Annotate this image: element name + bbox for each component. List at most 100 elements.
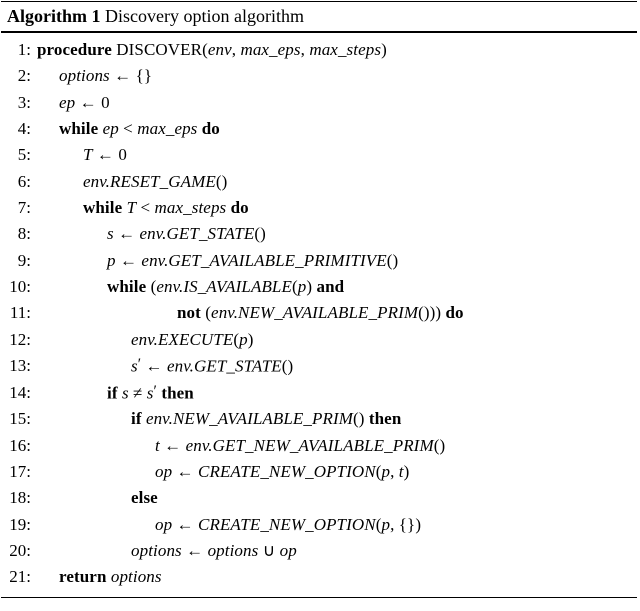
var: s: [147, 383, 154, 402]
line-number: 8:: [1, 221, 35, 247]
algo-line: 6: env.RESET_GAME(): [1, 169, 637, 195]
call: GET_STATE: [167, 224, 255, 243]
comma: ,: [390, 515, 399, 534]
var: options: [131, 541, 182, 560]
arg: p: [381, 462, 390, 481]
line-number: 20:: [1, 538, 35, 564]
var: s: [131, 356, 138, 375]
line-content: s′ ← env.GET_STATE(): [35, 353, 293, 380]
kw-then: then: [157, 383, 194, 402]
call: GET_AVAILABLE_PRIMITIVE: [168, 251, 386, 270]
var: p: [107, 251, 116, 270]
algo-line: 1: procedure DISCOVER(env, max_eps, max_…: [1, 37, 637, 63]
line-content: s ← env.GET_STATE(): [35, 221, 266, 247]
line-number: 17:: [1, 459, 35, 485]
line-number: 18:: [1, 485, 35, 511]
line-number: 16:: [1, 433, 35, 459]
algo-line: 9: p ← env.GET_AVAILABLE_PRIMITIVE(): [1, 248, 637, 274]
algo-line: 10: while (env.IS_AVAILABLE(p) and: [1, 274, 637, 300]
algo-line: 16: t ← env.GET_NEW_AVAILABLE_PRIM(): [1, 433, 637, 459]
algo-line: 18: else: [1, 485, 637, 511]
val: {}: [136, 66, 153, 85]
algorithm-body: 1: procedure DISCOVER(env, max_eps, max_…: [1, 32, 637, 598]
algo-line: 21: return options: [1, 564, 637, 590]
algo-line: 2: options ← {}: [1, 63, 637, 89]
algo-line: 15: if env.NEW_AVAILABLE_PRIM() then: [1, 406, 637, 432]
neq: ≠: [129, 383, 147, 402]
line-number: 14:: [1, 380, 35, 406]
obj: env: [131, 330, 154, 349]
paren: (): [434, 436, 446, 455]
line-content: op ← CREATE_NEW_OPTION(p, {}): [35, 512, 421, 538]
line-content: env.RESET_GAME(): [35, 169, 227, 195]
algo-line: 8: s ← env.GET_STATE(): [1, 221, 637, 247]
var: options: [208, 541, 259, 560]
algo-line: 17: op ← CREATE_NEW_OPTION(p, t): [1, 459, 637, 485]
arrow: ←: [116, 251, 142, 270]
kw-return: return: [59, 567, 111, 586]
obj: env: [211, 303, 234, 322]
arrow: ←: [182, 541, 208, 560]
kw-do: do: [197, 119, 220, 138]
algo-line: 13: s′ ← env.GET_STATE(): [1, 353, 637, 380]
line-content: p ← env.GET_AVAILABLE_PRIMITIVE(): [35, 248, 398, 274]
algo-line: 19: op ← CREATE_NEW_OPTION(p, {}): [1, 512, 637, 538]
line-content: return options: [35, 564, 162, 590]
line-content: options ← {}: [35, 63, 152, 89]
arrow: ←: [75, 93, 101, 112]
arrow: ←: [114, 224, 140, 243]
var: options: [59, 66, 110, 85]
call: RESET_GAME: [110, 172, 216, 191]
line-number: 21:: [1, 564, 35, 590]
algo-line: 5: T ← 0: [1, 142, 637, 168]
call: CREATE_NEW_OPTION: [198, 462, 376, 481]
call: NEW_AVAILABLE_PRIM: [238, 303, 418, 322]
arg: {}: [399, 515, 416, 534]
line-content: ep ← 0: [35, 90, 110, 116]
kw-if: if: [107, 383, 122, 402]
algo-line: 4: while ep < max_eps do: [1, 116, 637, 142]
lt: <: [119, 119, 137, 138]
line-content: while T < max_steps do: [35, 195, 249, 221]
obj: env: [156, 277, 179, 296]
val: 0: [118, 145, 127, 164]
paren: (): [254, 224, 266, 243]
arrow: ←: [110, 66, 136, 85]
line-content: procedure DISCOVER(env, max_eps, max_ste…: [35, 37, 387, 63]
line-number: 15:: [1, 406, 35, 432]
cup: ∪: [258, 541, 279, 560]
obj: env: [141, 251, 164, 270]
kw-then: then: [365, 409, 402, 428]
kw-while: while: [107, 277, 151, 296]
var: max_steps: [155, 198, 227, 217]
paren-close: ): [415, 515, 421, 534]
proc-arg: max_steps: [309, 40, 381, 59]
line-content: t ← env.GET_NEW_AVAILABLE_PRIM(): [35, 433, 445, 459]
lt: <: [136, 198, 154, 217]
paren: (): [387, 251, 399, 270]
line-content: if s ≠ s′ then: [35, 380, 194, 407]
paren-close: ): [381, 40, 387, 59]
algorithm-label: Algorithm 1: [7, 6, 101, 26]
line-number: 2:: [1, 63, 35, 89]
paren-close: ): [248, 330, 254, 349]
call: GET_NEW_AVAILABLE_PRIM: [213, 436, 434, 455]
paren-close: )): [430, 303, 442, 322]
arrow: ←: [93, 145, 119, 164]
kw-do: do: [226, 198, 249, 217]
obj: env: [167, 356, 190, 375]
arg: p: [239, 330, 248, 349]
obj: env: [83, 172, 106, 191]
kw-procedure: procedure: [37, 40, 112, 59]
proc-name: DISCOVER: [116, 40, 202, 59]
paren: (): [418, 303, 430, 322]
var: T: [127, 198, 137, 217]
line-number: 7:: [1, 195, 35, 221]
kw-while: while: [83, 198, 127, 217]
line-content: else: [35, 485, 158, 511]
proc-arg: max_eps: [240, 40, 300, 59]
line-number: 19:: [1, 512, 35, 538]
var: max_eps: [137, 119, 197, 138]
kw-while: while: [59, 119, 103, 138]
line-number: 5:: [1, 142, 35, 168]
